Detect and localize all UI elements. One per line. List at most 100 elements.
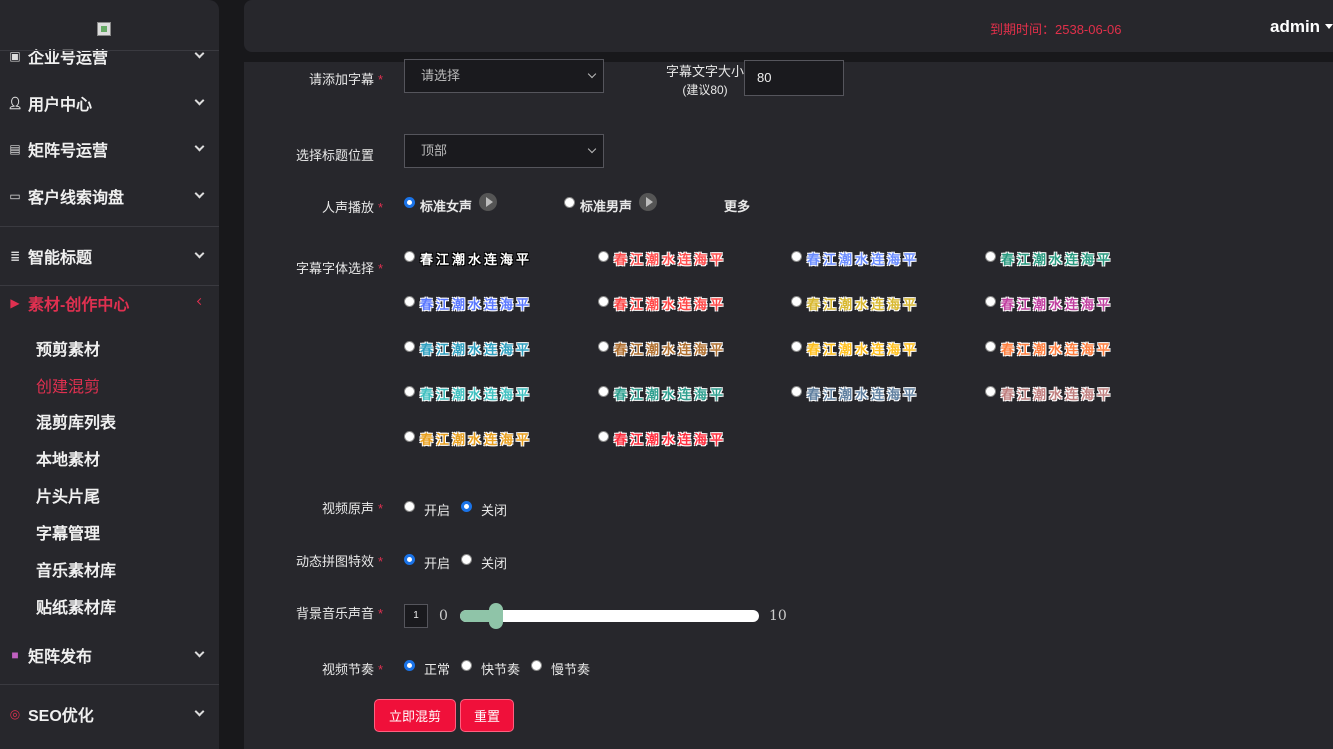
voice-option-male[interactable]: 标准男声 [580, 196, 632, 215]
font-sample[interactable]: 春江潮水连海平 [420, 339, 532, 358]
title-position-select[interactable]: 顶部 [404, 134, 604, 168]
video-audio-option-off[interactable]: 关闭 [481, 500, 507, 519]
bgm-volume-slider[interactable] [460, 610, 759, 622]
sidebar-item-user-center[interactable]: 👤︎ 用户中心 [0, 88, 219, 118]
font-radio[interactable] [985, 386, 996, 397]
font-sample[interactable]: 春江潮水连海平 [614, 339, 726, 358]
font-sample[interactable]: 春江潮水连海平 [420, 294, 532, 313]
font-radio[interactable] [404, 431, 415, 442]
expire-date: 到期时间：2538-06-06 [990, 22, 1122, 37]
font-sample[interactable]: 春江潮水连海平 [420, 249, 532, 268]
font-sample[interactable]: 春江潮水连海平 [807, 339, 919, 358]
video-audio-radio-off[interactable] [461, 501, 472, 512]
font-sample[interactable]: 春江潮水连海平 [614, 294, 726, 313]
play-icon[interactable] [639, 193, 657, 211]
font-radio[interactable] [598, 431, 609, 442]
font-radio[interactable] [404, 251, 415, 262]
play-icon[interactable] [479, 193, 497, 211]
font-sample[interactable]: 春江潮水连海平 [1001, 339, 1113, 358]
sidebar-item-smart-title[interactable]: ≣ 智能标题 [0, 241, 219, 271]
dynamic-effect-option-on[interactable]: 开启 [424, 553, 450, 572]
font-radio[interactable] [985, 296, 996, 307]
chevron-down-icon [587, 144, 597, 154]
target-icon: ◎ [9, 707, 21, 721]
topbar [244, 0, 1333, 52]
chevron-down-icon [194, 248, 205, 259]
font-radio[interactable] [985, 251, 996, 262]
font-radio[interactable] [791, 251, 802, 262]
font-sample[interactable]: 春江潮水连海平 [420, 429, 532, 448]
font-sample[interactable]: 春江潮水连海平 [614, 384, 726, 403]
divider [0, 285, 219, 286]
font-radio[interactable] [598, 386, 609, 397]
sidebar-subitem-music-library[interactable]: 音乐素材库 [36, 557, 116, 581]
font-radio[interactable] [404, 386, 415, 397]
font-sample[interactable]: 春江潮水连海平 [1001, 384, 1113, 403]
voice-radio-male[interactable] [564, 197, 575, 208]
font-sample[interactable]: 春江潮水连海平 [807, 249, 919, 268]
dynamic-effect-radio-off[interactable] [461, 554, 472, 565]
rhythm-option-normal[interactable]: 正常 [424, 659, 450, 678]
rhythm-radio-slow[interactable] [531, 660, 542, 671]
font-radio[interactable] [598, 296, 609, 307]
sidebar-subitem-intro-outro[interactable]: 片头片尾 [36, 483, 100, 507]
list-icon: ≣ [9, 249, 21, 263]
font-radio[interactable] [791, 386, 802, 397]
font-size-label: 字幕文字大小 (建议80) [666, 64, 745, 97]
sidebar-subitem-subtitle-manage[interactable]: 字幕管理 [36, 520, 100, 544]
voice-label: 人声播放 * [322, 200, 384, 215]
chevron-down-icon [194, 141, 205, 152]
font-sample[interactable]: 春江潮水连海平 [614, 429, 726, 448]
sidebar-item-leads[interactable]: ▭ 客户线索询盘 [0, 181, 219, 211]
chevron-down-icon [587, 69, 597, 79]
logo [97, 22, 111, 36]
font-sample[interactable]: 春江潮水连海平 [807, 294, 919, 313]
reset-button[interactable]: 重置 [460, 699, 514, 732]
rhythm-radio-normal[interactable] [404, 660, 415, 671]
sidebar-item-matrix-publish[interactable]: ■ 矩阵发布 [0, 640, 219, 670]
video-audio-option-on[interactable]: 开启 [424, 500, 450, 519]
sidebar-item-seo[interactable]: ◎ SEO优化 [0, 699, 219, 729]
video-audio-radio-on[interactable] [404, 501, 415, 512]
font-sample[interactable]: 春江潮水连海平 [807, 384, 919, 403]
font-radio[interactable] [598, 251, 609, 262]
slider-thumb[interactable] [488, 603, 503, 629]
sidebar-subitem-pre-cut[interactable]: 预剪素材 [36, 336, 100, 360]
chevron-down-icon [194, 188, 205, 199]
sidebar-subitem-create-mix[interactable]: 创建混剪 [36, 373, 100, 397]
dynamic-effect-radio-on[interactable] [404, 554, 415, 565]
font-size-input[interactable]: 80 [744, 60, 844, 96]
rhythm-option-fast[interactable]: 快节奏 [481, 659, 520, 678]
font-radio[interactable] [985, 341, 996, 352]
font-radio[interactable] [404, 341, 415, 352]
chevron-left-icon [196, 297, 205, 306]
rhythm-radio-fast[interactable] [461, 660, 472, 671]
voice-more-link[interactable]: 更多 [724, 196, 750, 215]
chevron-down-icon [194, 706, 205, 717]
font-sample[interactable]: 春江潮水连海平 [1001, 294, 1113, 313]
font-sample[interactable]: 春江潮水连海平 [614, 249, 726, 268]
bgm-volume-value: 1 [404, 604, 428, 628]
font-radio[interactable] [791, 296, 802, 307]
font-radio[interactable] [404, 296, 415, 307]
sidebar-subitem-mix-library[interactable]: 混剪库列表 [36, 409, 116, 433]
subtitle-select[interactable]: 请选择 [404, 59, 604, 93]
sidebar-item-matrix-ops[interactable]: ▤ 矩阵号运营 [0, 134, 219, 164]
sidebar-item-enterprise[interactable]: ▣ 企业号运营 [0, 41, 219, 71]
sidebar-subitem-local-material[interactable]: 本地素材 [36, 446, 100, 470]
font-sample[interactable]: 春江潮水连海平 [420, 384, 532, 403]
voice-radio-female[interactable] [404, 197, 415, 208]
submit-mix-button[interactable]: 立即混剪 [374, 699, 456, 732]
subtitle-label: 请添加字幕 * [309, 72, 384, 87]
subtitle-font-label: 字幕字体选择 * [296, 261, 384, 276]
rhythm-option-slow[interactable]: 慢节奏 [551, 659, 590, 678]
font-radio[interactable] [791, 341, 802, 352]
font-radio[interactable] [598, 341, 609, 352]
user-menu[interactable]: admin [1270, 17, 1320, 37]
voice-option-female[interactable]: 标准女声 [420, 196, 472, 215]
sidebar-subitem-sticker-library[interactable]: 贴纸素材库 [36, 594, 116, 618]
font-sample[interactable]: 春江潮水连海平 [1001, 249, 1113, 268]
sidebar-item-creation-center[interactable]: ▶ 素材-创作中心 [0, 288, 219, 318]
caret-down-icon[interactable] [1325, 24, 1333, 29]
dynamic-effect-option-off[interactable]: 关闭 [481, 553, 507, 572]
